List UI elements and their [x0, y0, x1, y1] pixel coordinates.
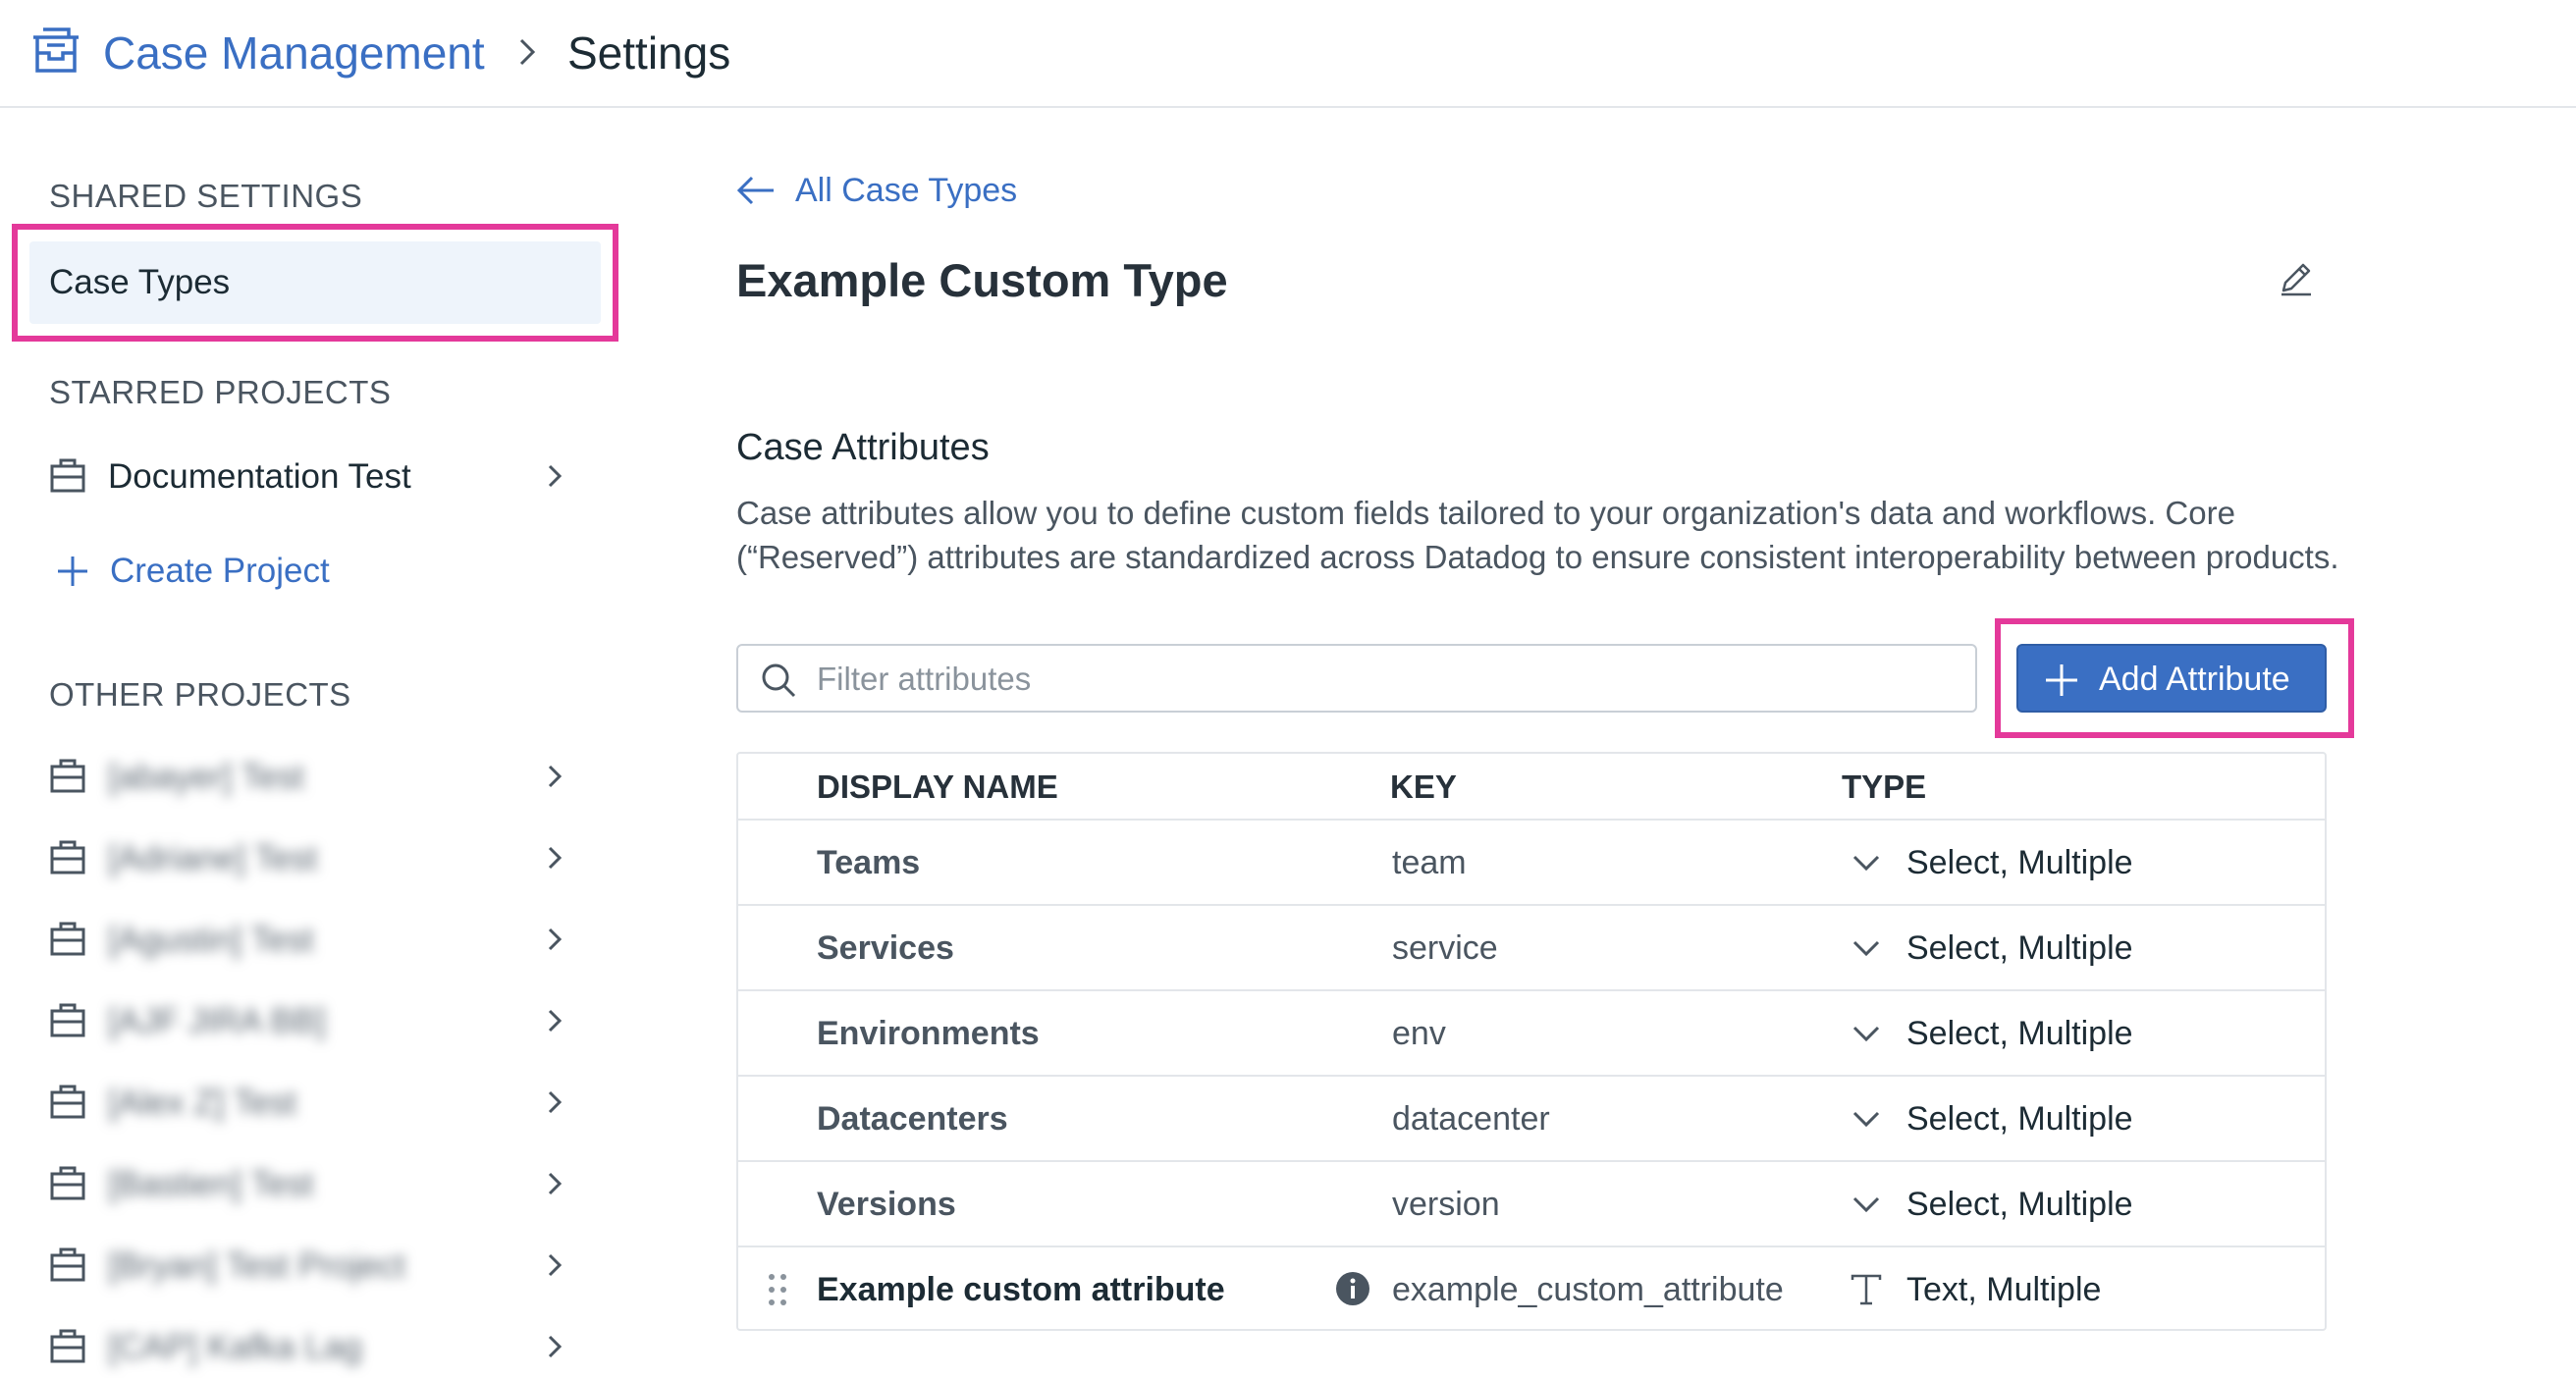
- plus-icon: [2046, 664, 2077, 696]
- chevron-right-icon: [548, 765, 563, 788]
- attribute-display-name: Datacenters: [817, 1100, 1008, 1138]
- table-row[interactable]: Example custom attribute example_custom_a…: [738, 1247, 2325, 1333]
- shared-settings-heading: SHARED SETTINGS: [49, 178, 363, 214]
- chevron-right-icon: [548, 846, 563, 870]
- briefcase-icon: [50, 1003, 85, 1037]
- briefcase-icon: [50, 1085, 85, 1119]
- chevron-right-icon: [548, 1335, 563, 1358]
- project-label: [abayer] Test: [108, 758, 304, 796]
- project-label: [Bastien] Test: [108, 1165, 314, 1203]
- sidebar-item-label: Case Types: [49, 263, 231, 301]
- add-attribute-button[interactable]: Add Attribute: [2016, 644, 2327, 713]
- chevron-down-icon: [1852, 1026, 1880, 1042]
- attribute-type: Select, Multiple: [1906, 844, 2133, 881]
- other-project-item[interactable]: [abayer] Test: [49, 748, 579, 807]
- drag-handle-icon[interactable]: [766, 1271, 789, 1308]
- filter-attributes-input[interactable]: [817, 656, 1956, 703]
- attribute-type: Select, Multiple: [1906, 1015, 2133, 1052]
- chevron-down-icon: [1852, 1196, 1880, 1213]
- chevron-down-icon: [1852, 1111, 1880, 1128]
- back-link-label: All Case Types: [795, 172, 1018, 209]
- attribute-display-name: Example custom attribute: [817, 1271, 1225, 1308]
- chevron-right-icon: [548, 928, 563, 951]
- starred-project-item[interactable]: Documentation Test: [49, 448, 579, 506]
- project-label: [AJF JIRA BB]: [108, 1002, 326, 1040]
- other-project-item[interactable]: [Alex Z] Test: [49, 1074, 579, 1133]
- column-header-display-name[interactable]: DISPLAY NAME: [817, 768, 1058, 807]
- chevron-right-icon: [548, 1009, 563, 1033]
- briefcase-icon: [50, 840, 85, 874]
- other-project-item[interactable]: [Agustin] Test: [49, 911, 579, 970]
- search-icon: [762, 663, 796, 698]
- other-project-item[interactable]: [Adriane] Test: [49, 829, 579, 888]
- info-icon[interactable]: [1335, 1271, 1370, 1306]
- other-projects-heading: OTHER PROJECTS: [49, 676, 351, 713]
- project-label: Documentation Test: [108, 457, 411, 496]
- chevron-right-icon: [548, 464, 563, 488]
- attribute-display-name: Services: [817, 929, 954, 967]
- project-label: [Adriane] Test: [108, 839, 318, 877]
- attribute-type: Select, Multiple: [1906, 1186, 2133, 1223]
- page-title: Settings: [567, 27, 731, 79]
- app-title-link[interactable]: Case Management: [103, 26, 485, 80]
- briefcase-icon: [50, 1247, 85, 1282]
- plus-icon: [58, 556, 87, 586]
- table-row[interactable]: Environments env Select, Multiple: [738, 991, 2325, 1077]
- create-project-label: Create Project: [110, 552, 330, 590]
- table-row[interactable]: Teams team Select, Multiple: [738, 821, 2325, 906]
- attribute-display-name: Teams: [817, 844, 921, 881]
- project-label: [CAP] Kafka Lag: [108, 1328, 362, 1366]
- attribute-key: datacenter: [1392, 1100, 1550, 1138]
- attribute-key: team: [1392, 844, 1467, 881]
- other-project-item[interactable]: [Bryan] Test Project: [49, 1237, 579, 1296]
- attribute-type: Text, Multiple: [1906, 1271, 2102, 1308]
- chevron-down-icon: [1852, 940, 1880, 957]
- case-attributes-description: Case attributes allow you to define cust…: [736, 495, 2339, 575]
- chevron-right-icon: [548, 1253, 563, 1277]
- case-management-icon: [33, 27, 79, 73]
- attributes-table: DISPLAY NAME KEY TYPE Teams team Select, M…: [736, 752, 2327, 1331]
- case-attributes-heading: Case Attributes: [736, 427, 990, 468]
- project-label: [Agustin] Test: [108, 921, 314, 959]
- text-type-icon: [1851, 1274, 1882, 1305]
- sidebar-item-case-types[interactable]: Case Types: [29, 241, 601, 324]
- attribute-key: env: [1392, 1015, 1446, 1052]
- other-project-item[interactable]: [Bastien] Test: [49, 1155, 579, 1214]
- case-type-title: Example Custom Type: [736, 254, 1228, 306]
- briefcase-icon: [50, 759, 85, 793]
- attribute-key: service: [1392, 929, 1498, 967]
- briefcase-icon: [50, 1329, 85, 1363]
- table-header: DISPLAY NAME KEY TYPE: [738, 754, 2325, 821]
- other-project-item[interactable]: [CAP] Kafka Lag: [49, 1318, 579, 1377]
- attribute-type: Select, Multiple: [1906, 929, 2133, 967]
- briefcase-icon: [50, 458, 85, 493]
- project-label: [Bryan] Test Project: [108, 1246, 405, 1285]
- briefcase-icon: [50, 922, 85, 956]
- table-row[interactable]: Versions version Select, Multiple: [738, 1162, 2325, 1247]
- column-header-key[interactable]: KEY: [1390, 768, 1457, 807]
- starred-projects-heading: STARRED PROJECTS: [49, 374, 392, 410]
- pencil-edit-icon[interactable]: [2276, 259, 2315, 298]
- column-header-type[interactable]: TYPE: [1842, 768, 1926, 807]
- chevron-right-icon: [548, 1090, 563, 1114]
- chevron-right-icon: [548, 1172, 563, 1195]
- attribute-display-name: Versions: [817, 1186, 956, 1223]
- filter-attributes-field[interactable]: [736, 644, 1977, 713]
- table-row[interactable]: Datacenters datacenter Select, Multiple: [738, 1077, 2325, 1162]
- add-attribute-label: Add Attribute: [2099, 661, 2290, 698]
- table-row[interactable]: Services service Select, Multiple: [738, 906, 2325, 991]
- arrow-left-icon: [736, 176, 774, 205]
- other-project-item[interactable]: [AJF JIRA BB]: [49, 992, 579, 1051]
- briefcase-icon: [50, 1166, 85, 1200]
- attribute-key: example_custom_attribute: [1392, 1271, 1784, 1308]
- attribute-display-name: Environments: [817, 1015, 1040, 1052]
- attribute-key: version: [1392, 1186, 1500, 1223]
- attribute-type: Select, Multiple: [1906, 1100, 2133, 1138]
- top-header: Case Management Settings: [0, 0, 2576, 108]
- project-label: [Alex Z] Test: [108, 1084, 296, 1122]
- chevron-right-icon: [519, 38, 536, 66]
- chevron-down-icon: [1852, 855, 1880, 872]
